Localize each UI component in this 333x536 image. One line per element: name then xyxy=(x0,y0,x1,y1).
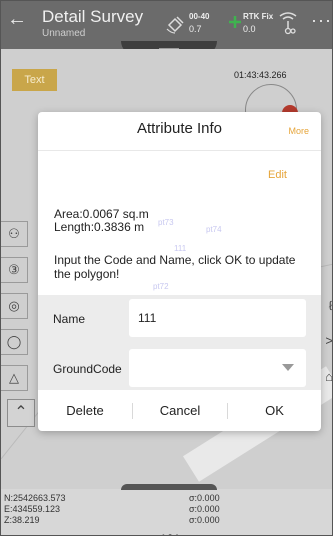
rover-antenna-icon[interactable] xyxy=(277,11,299,35)
expand-left-chevron-icon[interactable]: ⌃ xyxy=(7,399,35,427)
name-label: Name xyxy=(53,312,86,326)
tool-target-button[interactable]: ◎ xyxy=(1,293,28,319)
attribute-info-dialog: Attribute Info More Edit Area:0.0067 sq.… xyxy=(38,112,321,431)
edit-link[interactable]: Edit xyxy=(268,169,287,181)
sigma-n: σ:0.000 xyxy=(189,493,220,503)
attribute-form: Name GroundCode xyxy=(38,295,321,390)
overflow-menu-icon[interactable]: ··· xyxy=(311,10,332,31)
top-bar: ← Detail Survey Unnamed 00-40 0.7 RTK Fi… xyxy=(1,1,332,55)
tool-measure-button[interactable]: △ xyxy=(1,365,28,391)
rtk-status: RTK Fix xyxy=(243,12,274,21)
sigma-e: σ:0.000 xyxy=(189,504,220,514)
delete-button[interactable]: Delete xyxy=(38,390,132,431)
satellite-count: 00-40 xyxy=(189,12,210,21)
app-frame: ← Detail Survey Unnamed 00-40 0.7 RTK Fi… xyxy=(0,0,333,536)
satellite-value: 0.7 xyxy=(189,24,202,34)
dialog-title: Attribute Info xyxy=(136,120,223,137)
length-readout: Length:0.3836 m xyxy=(54,220,145,234)
coord-n: N:2542663.573 xyxy=(4,493,66,503)
instruction-message: Input the Code and Name, click OK to upd… xyxy=(54,253,296,281)
area-readout: Area:0.0067 sq.m xyxy=(54,207,149,221)
name-input[interactable] xyxy=(129,299,306,337)
coord-e: E:434559.123 xyxy=(4,504,61,514)
dropdown-arrow-icon[interactable] xyxy=(282,364,294,371)
sigma-z: σ:0.000 xyxy=(189,515,220,525)
tool-3d-button[interactable]: ③ xyxy=(1,257,28,283)
groundcode-label: GroundCode xyxy=(53,362,122,376)
point-label: pt73 xyxy=(158,218,174,227)
dialog-actions: Delete Cancel OK xyxy=(38,390,321,431)
panel-handle[interactable] xyxy=(121,484,217,490)
rtk-value: 0.0 xyxy=(243,24,256,34)
project-name: Unnamed xyxy=(42,28,86,39)
point-label: pt74 xyxy=(206,225,222,234)
groundcode-select[interactable] xyxy=(129,349,306,387)
dialog-divider xyxy=(38,150,321,151)
coordinate-panel: N:2542663.573 E:434559.123 Z:38.219 σ:0.… xyxy=(1,484,332,535)
tool-circle-button[interactable]: ◯ xyxy=(1,329,28,355)
tool-layer-button[interactable]: ⚇ xyxy=(1,221,28,247)
more-link[interactable]: More xyxy=(288,126,309,136)
page-indicator: •●• xyxy=(162,531,182,536)
coord-z: Z:38.219 xyxy=(4,515,40,525)
satellite-icon[interactable] xyxy=(165,13,187,35)
page-title: Detail Survey xyxy=(42,7,144,26)
crosshair-plus-icon[interactable] xyxy=(226,13,244,31)
point-label: pt72 xyxy=(153,282,169,291)
ok-button[interactable]: OK xyxy=(228,390,321,431)
point-label: 111 xyxy=(174,244,187,253)
back-arrow-icon[interactable]: ← xyxy=(7,9,27,29)
cancel-button[interactable]: Cancel xyxy=(133,390,227,431)
